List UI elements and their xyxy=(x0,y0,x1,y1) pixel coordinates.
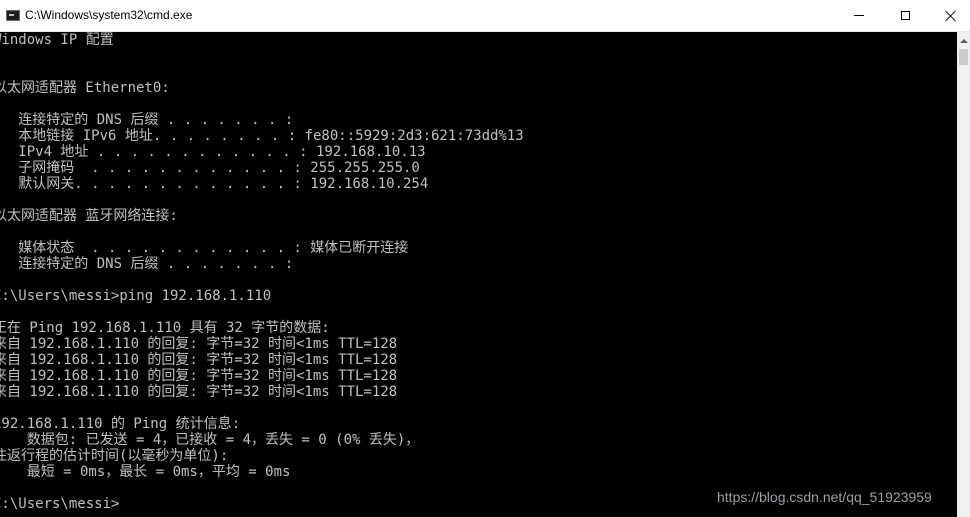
console-line: 最短 = 0ms，最长 = 0ms，平均 = 0ms xyxy=(0,464,291,480)
minimize-icon xyxy=(854,15,864,16)
console-line: 以太网适配器 蓝牙网络连接: xyxy=(0,208,178,224)
vertical-scrollbar[interactable] xyxy=(957,32,970,517)
console-line: 以太网适配器 Ethernet0: xyxy=(0,80,170,96)
console-line: Windows IP 配置 xyxy=(0,32,114,48)
console-line: C:\Users\messi>ping 192.168.1.110 xyxy=(0,288,272,304)
console-line: 默认网关. . . . . . . . . . . . . : 192.168.… xyxy=(0,176,429,192)
console-line: IPv4 地址 . . . . . . . . . . . . : 192.16… xyxy=(0,144,426,160)
cmd-console-icon[interactable] xyxy=(6,10,20,21)
watermark-text: https://blog.csdn.net/qq_51923959 xyxy=(717,489,932,505)
console-line: 来自 192.168.1.110 的回复: 字节=32 时间<1ms TTL=1… xyxy=(0,352,398,368)
console-line: 192.168.1.110 的 Ping 统计信息: xyxy=(0,416,241,432)
console-line: 媒体状态 . . . . . . . . . . . . : 媒体已断开连接 xyxy=(0,240,409,256)
minimize-button[interactable] xyxy=(836,0,882,31)
console-line: 连接特定的 DNS 后缀 . . . . . . . : xyxy=(0,112,294,128)
console-line: 数据包: 已发送 = 4，已接收 = 4，丢失 = 0 (0% 丢失)， xyxy=(0,432,420,448)
close-icon xyxy=(945,10,957,22)
scroll-up-button[interactable] xyxy=(957,32,970,49)
chevron-up-icon xyxy=(959,38,968,43)
console-text: Windows IP 配置 以太网适配器 Ethernet0: 连接特定的 DN… xyxy=(0,32,524,512)
console-line: 正在 Ping 192.168.1.110 具有 32 字节的数据: xyxy=(0,320,330,336)
console-line: 往返行程的估计时间(以毫秒为单位): xyxy=(0,448,229,464)
scrollbar-thumb[interactable] xyxy=(959,49,968,65)
window-title: C:\Windows\system32\cmd.exe xyxy=(25,8,193,22)
console-line: 来自 192.168.1.110 的回复: 字节=32 时间<1ms TTL=1… xyxy=(0,368,398,384)
maximize-icon xyxy=(900,11,910,20)
console-line: C:\Users\messi> xyxy=(0,496,120,512)
console-line: 连接特定的 DNS 后缀 . . . . . . . : xyxy=(0,256,294,272)
cmd-window: C:\Windows\system32\cmd.exe Windows IP 配… xyxy=(0,0,970,517)
console-line: 子网掩码 . . . . . . . . . . . . : 255.255.2… xyxy=(0,160,420,176)
console-line: 来自 192.168.1.110 的回复: 字节=32 时间<1ms TTL=1… xyxy=(0,384,398,400)
console-line: 来自 192.168.1.110 的回复: 字节=32 时间<1ms TTL=1… xyxy=(0,336,398,352)
console-line: 本地链接 IPv6 地址. . . . . . . . : fe80::5929… xyxy=(0,128,524,144)
maximize-button[interactable] xyxy=(882,0,928,31)
console-output-area[interactable]: Windows IP 配置 以太网适配器 Ethernet0: 连接特定的 DN… xyxy=(0,32,957,517)
title-bar[interactable]: C:\Windows\system32\cmd.exe xyxy=(0,0,970,32)
close-button[interactable] xyxy=(928,0,970,31)
